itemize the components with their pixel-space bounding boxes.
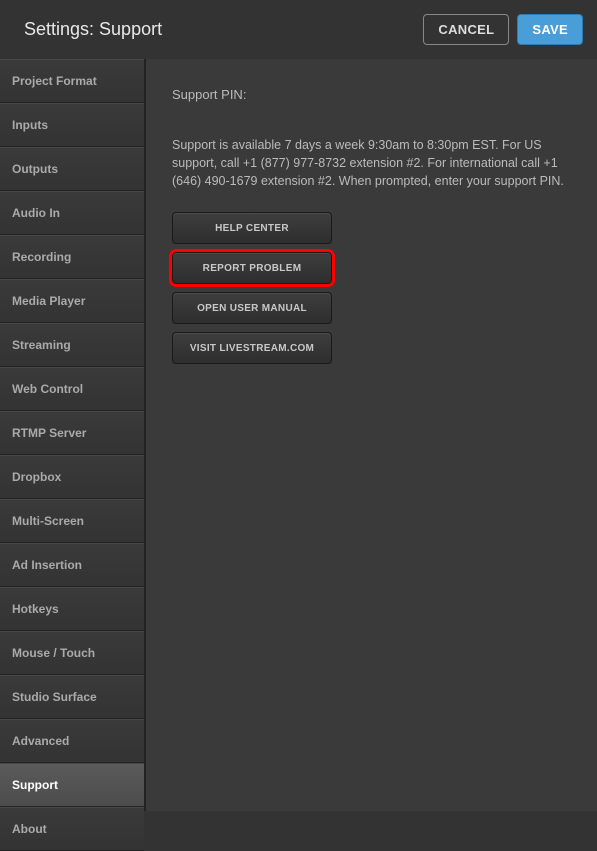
- sidebar-item-rtmp-server[interactable]: RTMP Server: [0, 411, 144, 455]
- support-pin-line: Support PIN: XXXXXX: [172, 87, 577, 102]
- report-problem-button[interactable]: REPORT PROBLEM: [172, 252, 332, 284]
- save-button[interactable]: SAVE: [517, 14, 583, 45]
- sidebar-item-support[interactable]: Support: [0, 763, 144, 807]
- body: Project Format Inputs Outputs Audio In R…: [0, 59, 597, 811]
- visit-livestream-button[interactable]: VISIT LIVESTREAM.COM: [172, 332, 332, 364]
- header-buttons: CANCEL SAVE: [423, 14, 583, 45]
- support-availability-text: Support is available 7 days a week 9:30a…: [172, 136, 567, 190]
- sidebar-item-multi-screen[interactable]: Multi-Screen: [0, 499, 144, 543]
- support-pin-value: XXXXXX: [250, 87, 306, 102]
- sidebar-item-mouse-touch[interactable]: Mouse / Touch: [0, 631, 144, 675]
- sidebar-item-outputs[interactable]: Outputs: [0, 147, 144, 191]
- support-pin-label: Support PIN:: [172, 87, 250, 102]
- main-panel: Support PIN: XXXXXX Support is available…: [146, 59, 597, 811]
- cancel-button[interactable]: CANCEL: [423, 14, 509, 45]
- sidebar-item-studio-surface[interactable]: Studio Surface: [0, 675, 144, 719]
- sidebar-item-project-format[interactable]: Project Format: [0, 59, 144, 103]
- sidebar-item-recording[interactable]: Recording: [0, 235, 144, 279]
- help-center-button[interactable]: HELP CENTER: [172, 212, 332, 244]
- sidebar-item-hotkeys[interactable]: Hotkeys: [0, 587, 144, 631]
- sidebar-item-about[interactable]: About: [0, 807, 144, 851]
- sidebar-item-advanced[interactable]: Advanced: [0, 719, 144, 763]
- page-title: Settings: Support: [24, 19, 162, 40]
- sidebar-item-inputs[interactable]: Inputs: [0, 103, 144, 147]
- settings-header: Settings: Support CANCEL SAVE: [0, 0, 597, 59]
- sidebar-item-ad-insertion[interactable]: Ad Insertion: [0, 543, 144, 587]
- sidebar-item-dropbox[interactable]: Dropbox: [0, 455, 144, 499]
- open-user-manual-button[interactable]: OPEN USER MANUAL: [172, 292, 332, 324]
- sidebar: Project Format Inputs Outputs Audio In R…: [0, 59, 146, 811]
- sidebar-item-streaming[interactable]: Streaming: [0, 323, 144, 367]
- action-buttons: HELP CENTER REPORT PROBLEM OPEN USER MAN…: [172, 212, 577, 364]
- sidebar-item-audio-in[interactable]: Audio In: [0, 191, 144, 235]
- sidebar-item-web-control[interactable]: Web Control: [0, 367, 144, 411]
- sidebar-item-media-player[interactable]: Media Player: [0, 279, 144, 323]
